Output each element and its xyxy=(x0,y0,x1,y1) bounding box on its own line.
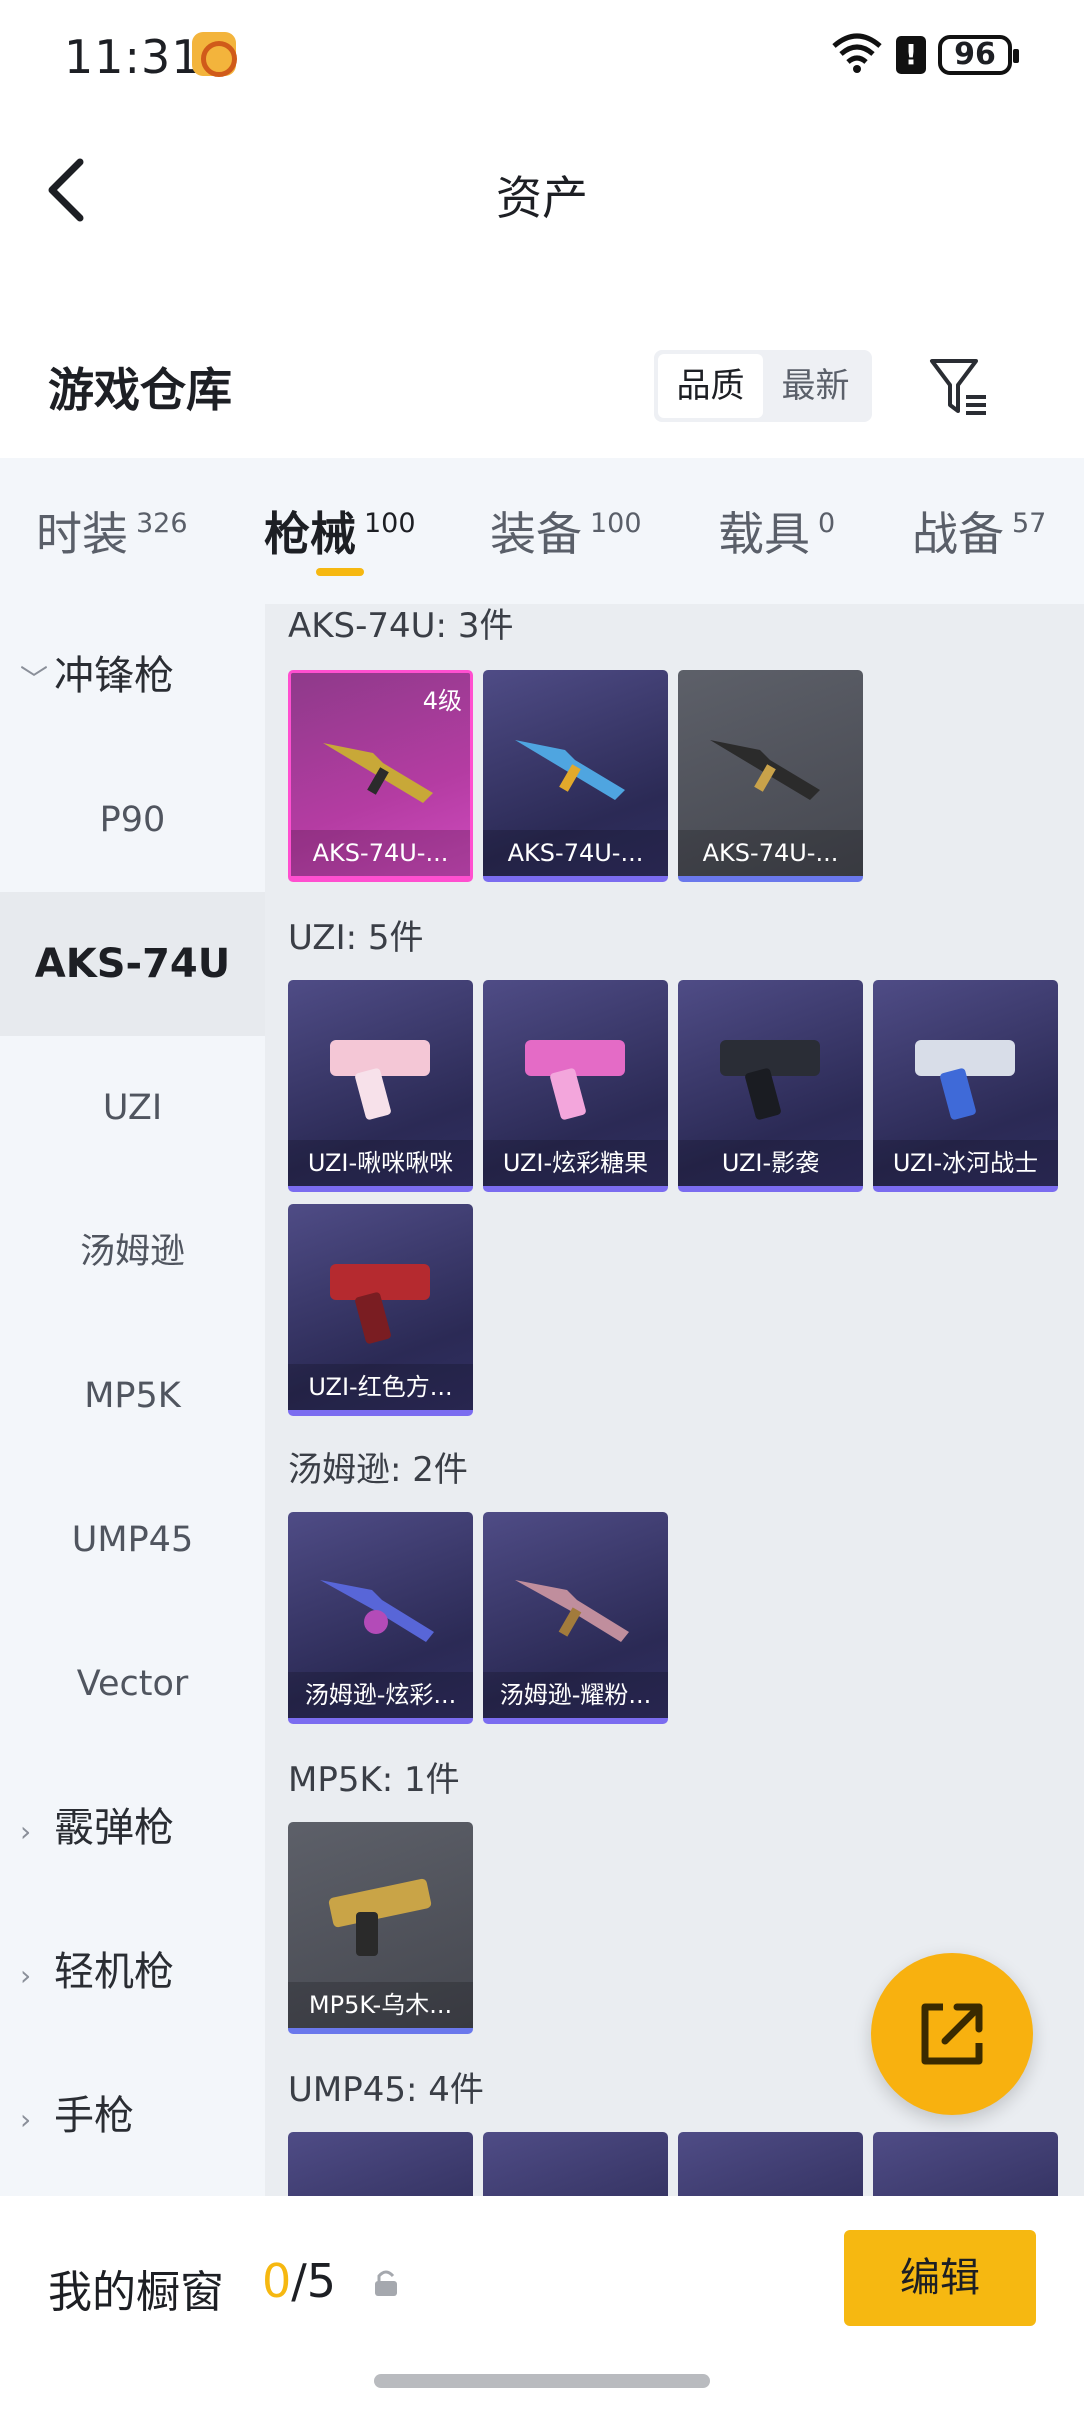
group-label-ump45: UMP45: 4件 xyxy=(288,2070,484,2110)
weapon-name: 汤姆逊-炫彩... xyxy=(288,1672,473,1718)
weapon-card[interactable] xyxy=(873,2132,1058,2196)
tab-supplies[interactable]: 战备 57 xyxy=(912,498,1046,564)
tab-vehicles[interactable]: 载具 0 xyxy=(718,498,835,564)
rifle-icon xyxy=(320,1580,434,1642)
showcase-label: 我的橱窗 xyxy=(48,2267,224,2318)
sidebar-category-smg[interactable]: ﹀ 冲锋枪 xyxy=(20,604,174,748)
filter-icon[interactable] xyxy=(926,355,990,419)
page-title: 资产 xyxy=(496,171,588,225)
edit-button[interactable]: 编辑 xyxy=(844,2230,1036,2326)
sidebar-category-shotgun[interactable]: › 霰弹枪 xyxy=(20,1756,174,1900)
pistol-icon xyxy=(915,1040,1015,1120)
weapon-card[interactable]: UZI-影袭 xyxy=(678,980,863,1192)
weapon-card[interactable] xyxy=(483,2132,668,2196)
pistol-icon xyxy=(328,1878,432,1956)
tab-equipment[interactable]: 装备 100 xyxy=(490,498,642,564)
lock-icon xyxy=(375,2270,397,2296)
sort-newest-button[interactable]: 最新 xyxy=(763,354,868,418)
sort-toggle: 品质 最新 xyxy=(654,350,872,422)
weapon-name: MP5K-乌木... xyxy=(288,1982,473,2028)
level-badge: 4级 xyxy=(422,687,462,715)
rifle-icon xyxy=(515,1580,629,1642)
weapon-name: UZI-炫彩糖果 xyxy=(483,1140,668,1186)
weapon-name: 汤姆逊-耀粉... xyxy=(483,1672,668,1718)
weapon-card[interactable]: UZI-炫彩糖果 xyxy=(483,980,668,1192)
rifle-icon xyxy=(710,740,820,800)
weapon-name: UZI-影袭 xyxy=(678,1140,863,1186)
group-label-mp5k: MP5K: 1件 xyxy=(288,1760,460,1800)
weapon-card[interactable]: AKS-74U-... xyxy=(483,670,668,882)
weapon-card[interactable]: UZI-啾咪啾咪 xyxy=(288,980,473,1192)
weapon-name: AKS-74U-... xyxy=(678,830,863,876)
rifle-icon xyxy=(323,743,433,803)
weapon-card[interactable] xyxy=(678,2132,863,2196)
status-time: 11:31 xyxy=(64,30,202,84)
wifi-icon xyxy=(832,33,882,73)
tab-fashion[interactable]: 时装 326 xyxy=(36,498,188,564)
share-button[interactable] xyxy=(871,1953,1033,2115)
battery-alert-icon: ! xyxy=(896,36,926,74)
weapon-name: AKS-74U-... xyxy=(483,830,668,876)
sidebar-item-aks74u[interactable]: AKS-74U xyxy=(0,892,265,1036)
showcase-count: 0/5 xyxy=(262,2254,337,2308)
group-label-thompson: 汤姆逊: 2件 xyxy=(288,1450,468,1490)
sort-quality-button[interactable]: 品质 xyxy=(658,354,763,418)
weapon-name: UZI-冰河战士 xyxy=(873,1140,1058,1186)
chevron-right-icon: › xyxy=(20,1959,32,1992)
share-icon xyxy=(921,2003,983,2065)
sidebar-item-ump45[interactable]: UMP45 xyxy=(0,1468,265,1612)
sidebar-item-uzi[interactable]: UZI xyxy=(0,1036,265,1180)
weapon-name: AKS-74U-... xyxy=(291,830,470,876)
tab-firearms[interactable]: 枪械 100 xyxy=(264,498,416,564)
sidebar-category-lmg[interactable]: › 轻机枪 xyxy=(20,1900,174,2044)
category-tabs: 时装 326 枪械 100 装备 100 载具 0 战备 57 xyxy=(0,458,1084,604)
weapon-card[interactable]: MP5K-乌木... xyxy=(288,1822,473,2034)
rifle-icon xyxy=(515,740,625,800)
warehouse-title: 游戏仓库 xyxy=(48,363,232,417)
status-bar: 11:31 ! 96 xyxy=(0,0,1084,110)
sidebar-item-vector[interactable]: Vector xyxy=(0,1612,265,1756)
group-label-uzi: UZI: 5件 xyxy=(288,918,424,958)
weapon-sidebar: ﹀ 冲锋枪 P90 AKS-74U UZI 汤姆逊 MP5K UMP45 Vect… xyxy=(0,604,265,2196)
group-label-aks74u: AKS-74U: 3件 xyxy=(288,606,514,646)
sidebar-item-p90[interactable]: P90 xyxy=(0,748,265,892)
chevron-right-icon: › xyxy=(20,1815,32,1848)
pistol-icon xyxy=(330,1264,430,1344)
weapon-card[interactable]: 4级 AKS-74U-... xyxy=(288,670,473,882)
sidebar-item-thompson[interactable]: 汤姆逊 xyxy=(0,1180,265,1324)
pistol-icon xyxy=(330,1040,430,1120)
pistol-icon xyxy=(720,1040,820,1120)
weapon-card[interactable]: UZI-红色方... xyxy=(288,1204,473,1416)
sidebar-category-pistol[interactable]: › 手枪 xyxy=(20,2044,134,2188)
weapon-card[interactable]: 汤姆逊-炫彩... xyxy=(288,1512,473,1724)
weapon-card[interactable]: AKS-74U-... xyxy=(678,670,863,882)
weapon-card[interactable]: UZI-冰河战士 xyxy=(873,980,1058,1192)
sidebar-item-mp5k[interactable]: MP5K xyxy=(0,1324,265,1468)
app-notification-icon xyxy=(192,32,237,77)
chevron-down-icon: ﹀ xyxy=(20,663,49,696)
weapon-card[interactable] xyxy=(288,2132,473,2196)
weapon-name: UZI-红色方... xyxy=(288,1364,473,1410)
home-indicator[interactable] xyxy=(374,2374,710,2388)
chevron-right-icon: › xyxy=(20,2103,32,2136)
tab-indicator xyxy=(316,568,364,576)
pistol-icon xyxy=(525,1040,625,1120)
weapon-card[interactable]: 汤姆逊-耀粉... xyxy=(483,1512,668,1724)
weapon-name: UZI-啾咪啾咪 xyxy=(288,1140,473,1186)
battery-indicator: 96 xyxy=(938,35,1019,75)
